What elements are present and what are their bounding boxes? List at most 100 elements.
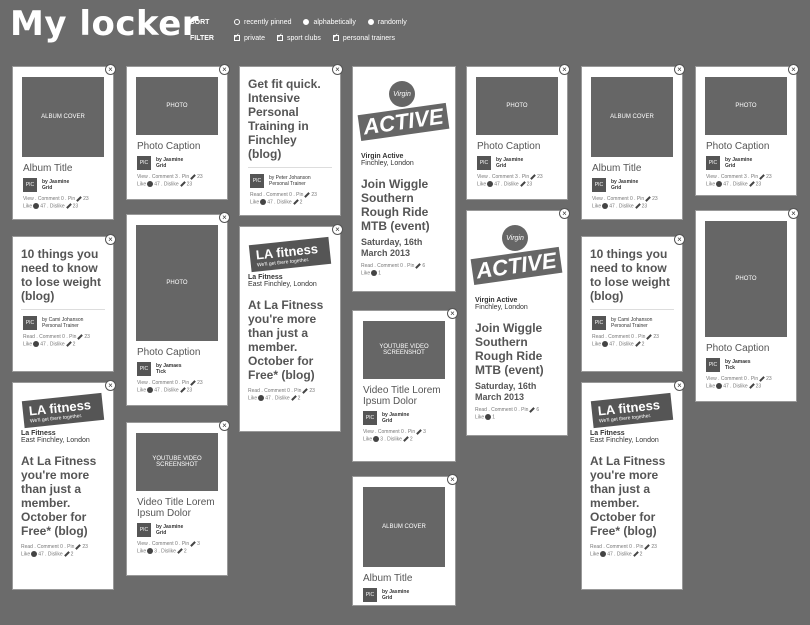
card-stats: View . Comment 3 . Pin 23 Like 47 . Dislike… <box>706 173 772 188</box>
club-name: La Fitness East Finchley, London <box>21 430 90 444</box>
card-event-va-2[interactable]: × Virgin ACTIVE Virgin Active Finchley, Lo… <box>466 208 570 436</box>
like-icon <box>487 181 494 187</box>
sort-row: SORT recently pinned alphabetically rand… <box>190 14 419 30</box>
card-photo-james[interactable]: × PHOTO Photo Caption PIC by Jamaes Tick V… <box>126 212 230 406</box>
video-screenshot: YOUTUBE VIDEO SCREENSHOT <box>363 321 445 379</box>
sort-alphabetically[interactable]: alphabetically <box>303 19 356 26</box>
close-icon[interactable]: × <box>105 380 116 391</box>
filter-private[interactable]: private <box>234 32 265 42</box>
card-album-3[interactable]: × ALBUM COVER Album Title PIC by Jasmine G… <box>581 64 685 220</box>
close-icon[interactable]: × <box>219 212 230 223</box>
close-icon[interactable]: × <box>332 224 343 235</box>
pin-icon <box>529 406 536 413</box>
event-date: Saturday, 16th March 2013 <box>475 381 537 402</box>
sort-filter-controls: SORT recently pinned alphabetically rand… <box>190 14 419 46</box>
author: PIC by Cami Johanson Personal Trainer <box>23 316 103 330</box>
pin-icon <box>759 375 765 382</box>
author: PIC by Jasmine Grid <box>137 156 217 170</box>
close-icon[interactable]: × <box>788 208 799 219</box>
card-video[interactable]: × YOUTUBE VIDEO SCREENSHOT Video Title L… <box>126 420 230 576</box>
close-icon[interactable]: × <box>219 64 230 75</box>
blog-title: 10 things you need to know to lose weigh… <box>590 247 671 303</box>
like-icon <box>258 395 265 401</box>
photo-caption: Photo Caption <box>706 343 770 354</box>
close-icon[interactable]: × <box>332 64 343 75</box>
card-blog-weight[interactable]: × 10 things you need to know to lose wei… <box>12 234 116 372</box>
card-stats: View . Comment 0 . Pin 23 Like 47 . Dislike… <box>137 379 203 394</box>
card-video-2[interactable]: × YOUTUBE VIDEO SCREENSHOT Video Title L… <box>352 308 458 462</box>
close-icon[interactable]: × <box>447 474 458 485</box>
card-stats: View . Comment 0 . Pin 23 Like 47 . Dislike… <box>706 375 772 390</box>
card-blog-fit[interactable]: × Get fit quick. Intensive Personal Trai… <box>239 64 343 216</box>
event-date: Saturday, 16th March 2013 <box>361 237 423 258</box>
pin-icon <box>759 173 765 180</box>
close-icon[interactable]: × <box>559 64 570 75</box>
photo-image: PHOTO <box>136 225 218 341</box>
pin-icon <box>75 543 82 550</box>
club-name: Virgin Active Finchley, London <box>475 297 528 311</box>
author: PIC by Jasmine Grid <box>23 178 103 192</box>
like-icon <box>33 341 40 347</box>
author: PIC by Jasmine Grid <box>477 156 557 170</box>
checkbox-icon <box>332 32 339 41</box>
club-name: Virgin Active Finchley, London <box>361 153 414 167</box>
card-stats: Read . Comment 0 . Pin 23 Like 47 . Dislike… <box>250 191 317 206</box>
dislike-icon <box>63 551 70 557</box>
card-album-2[interactable]: × ALBUM COVER Album Title PIC by Jasmine G… <box>352 474 458 606</box>
sort-randomly[interactable]: randomly <box>367 19 407 26</box>
close-icon[interactable]: × <box>674 380 685 391</box>
close-icon[interactable]: × <box>559 208 570 219</box>
card-la-fitness-2[interactable]: × LA fitness We'll get there together. La… <box>239 224 343 432</box>
like-icon <box>33 203 40 209</box>
card-la-fitness-3[interactable]: × LA fitness We'll get there together. La… <box>581 380 685 590</box>
dislike-icon <box>179 387 186 393</box>
event-title: Join Wiggle Southern Rough Ride MTB (eve… <box>361 177 430 233</box>
avatar: PIC <box>477 156 491 170</box>
card-photo-4[interactable]: × PHOTO Photo Caption PIC by Jamaes Tick V… <box>695 208 799 402</box>
card-photo-2[interactable]: × PHOTO Photo Caption PIC by Jasmine Grid … <box>466 64 570 200</box>
card-stats: Read . Comment 0 . Pin 23 Like 47 . Dislike… <box>248 387 315 402</box>
la-fitness-logo: LA fitness We'll get there together. <box>248 236 332 273</box>
close-icon[interactable]: × <box>674 64 685 75</box>
dislike-icon <box>290 395 297 401</box>
like-icon <box>716 181 723 187</box>
card-la-fitness[interactable]: × LA fitness We'll get there together. La… <box>12 380 116 590</box>
blog-title: Get fit quick. Intensive Personal Traini… <box>248 77 321 161</box>
virgin-active-logo: Virgin ACTIVE <box>357 79 450 149</box>
close-icon[interactable]: × <box>105 64 116 75</box>
close-icon[interactable]: × <box>447 308 458 319</box>
filter-sport-clubs[interactable]: sport clubs <box>277 32 321 42</box>
close-icon[interactable]: × <box>788 64 799 75</box>
close-icon[interactable]: × <box>674 234 685 245</box>
dislike-icon <box>403 436 409 442</box>
radio-icon <box>234 19 240 25</box>
card-event-va[interactable]: Virgin ACTIVE Virgin Active Finchley, Lond… <box>352 66 456 292</box>
pin-icon <box>530 173 536 180</box>
dislike-icon <box>634 203 641 209</box>
photo-image: PHOTO <box>705 221 787 337</box>
dislike-icon <box>292 199 299 205</box>
blog-title: At La Fitness you're more than just a me… <box>248 298 324 382</box>
photo-caption: Photo Caption <box>477 141 541 152</box>
close-icon[interactable]: × <box>219 420 230 431</box>
author: PIC by Jamaes Tick <box>137 362 217 376</box>
dislike-icon <box>177 548 183 554</box>
author: PIC by Jasmine Grid <box>706 156 786 170</box>
dislike-icon <box>65 203 72 209</box>
sort-label: SORT <box>190 18 210 26</box>
card-stats: Read . Comment 0 . Pin 23 Like 47 . Dislike… <box>21 543 88 558</box>
card-photo-3[interactable]: × PHOTO Photo Caption PIC by Jasmine Grid … <box>695 64 799 196</box>
sort-recently-pinned[interactable]: recently pinned <box>234 19 291 26</box>
like-icon <box>716 383 723 389</box>
card-stats: View . Comment 0 . Pin 3 Like 3 . Dislike 2 <box>363 428 426 443</box>
close-icon[interactable]: × <box>105 234 116 245</box>
club-name: La Fitness East Finchley, London <box>248 274 317 288</box>
author: PIC by Jasmine Grid <box>137 523 217 537</box>
pin-icon <box>190 540 196 547</box>
card-photo[interactable]: × PHOTO Photo Caption PIC by Jasmine Grid … <box>126 64 230 200</box>
card-album[interactable]: × ALBUM COVER Album Title PIC by Jasmine G… <box>12 64 116 220</box>
card-blog-weight-2[interactable]: × 10 things you need to know to lose wei… <box>581 234 685 372</box>
radio-icon <box>303 19 310 25</box>
filter-personal-trainers[interactable]: personal trainers <box>332 32 395 42</box>
blog-title: At La Fitness you're more than just a me… <box>21 454 97 538</box>
